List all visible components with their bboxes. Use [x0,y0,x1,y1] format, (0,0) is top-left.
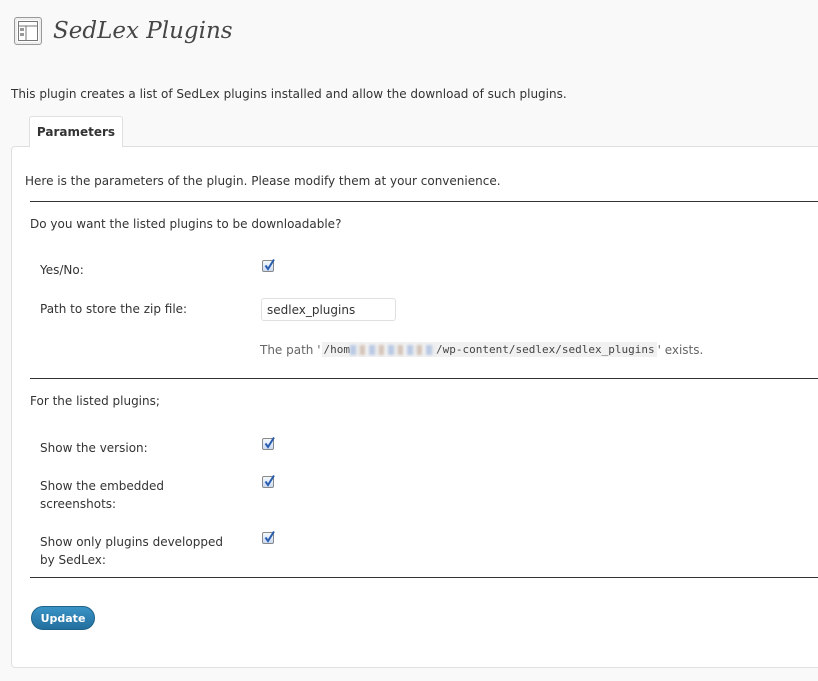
sedlex-only-checkbox[interactable] [262,530,275,544]
downloadable-checkbox[interactable] [262,258,275,272]
page-title: SedLex Plugins [53,18,233,44]
show-screenshots-label: Show the embedded screenshots: [40,479,165,511]
zip-path-input[interactable] [261,298,396,321]
page-header: SedLex Plugins [14,14,233,48]
path-start: /hom [323,343,351,356]
show-version-label: Show the version: [40,441,148,455]
plugin-description: This plugin creates a list of SedLex plu… [11,87,567,101]
show-screenshots-checkbox[interactable] [262,474,275,488]
redacted-path-segment [350,345,437,355]
yes-no-label: Yes/No: [40,263,84,277]
checkmark-icon [264,436,275,449]
section-divider [30,378,818,379]
download-section-heading: Do you want the listed plugins to be dow… [30,217,342,231]
update-button[interactable]: Update [31,606,95,630]
path-end: /wp-content/sedlex/sedlex_plugins [436,343,655,356]
tab-parameters[interactable]: Parameters [29,116,123,147]
show-version-checkbox[interactable] [262,436,275,450]
listing-section-heading: For the listed plugins; [30,394,160,408]
settings-page-icon [14,17,42,45]
sedlex-only-label: Show only plugins developped by SedLex: [40,535,223,567]
section-divider [30,201,818,202]
path-code: /hom/wp-content/sedlex/sedlex_plugins [321,342,657,357]
path-note-suffix: ' exists. [657,342,704,357]
path-status-note: The path ' /hom/wp-content/sedlex/sedlex… [260,342,703,357]
checkmark-icon [264,530,275,543]
section-divider [30,577,818,578]
path-note-prefix: The path ' [260,342,321,357]
checkmark-icon [264,258,275,271]
zip-path-label: Path to store the zip file: [40,302,188,316]
checkmark-icon [264,474,275,487]
panel-intro: Here is the parameters of the plugin. Pl… [25,174,501,188]
